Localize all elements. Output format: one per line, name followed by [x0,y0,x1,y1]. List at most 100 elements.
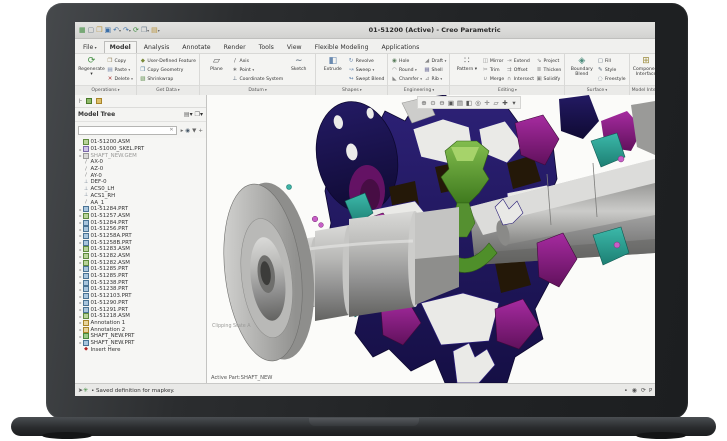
tree-item-01-51200-asm[interactable]: 01-51200.ASM [78,139,206,146]
freestyle-button[interactable]: ◌ Freestyle [597,75,626,83]
revolve-button[interactable]: ↻ Revolve [348,57,384,65]
tree-item-01-512103-prt[interactable]: ▸ 01-512103.PRT [78,293,206,300]
tree-item-01-51258b-prt[interactable]: ▸ 01-51258B.PRT [78,239,206,246]
mapkey-button[interactable]: ▤▾ [151,26,160,34]
tree-item-01-51290-prt[interactable]: ▸ 01-51290.PRT [78,299,206,307]
tree-item-01-51285-prt[interactable]: ▸ 01-51285.PRT [78,273,206,280]
point-button[interactable]: ∗ Point ▾ [232,66,283,74]
app-grid-button[interactable]: ▦ [79,26,86,34]
redo-button[interactable]: ↷▾ [123,26,131,34]
tree-item-01-51218-asm[interactable]: ▸ 01-51218.ASM [78,313,206,320]
regenerate-button[interactable]: ⟳ Regenerate ▾ [78,55,105,77]
tree-item-annotation-1[interactable]: ▸ Annotation 1 [78,319,206,327]
trim-button[interactable]: ✂ Trim [482,66,504,74]
tree-columns-button[interactable]: ❐▾ [193,111,203,118]
tab-flexible-modeling[interactable]: Flexible Modeling [309,41,375,53]
filter-button[interactable]: ▼ [192,128,196,134]
fill-button[interactable]: ▢ Fill [597,57,625,65]
tree-item-insert-here[interactable]: ◆ Insert Here [78,346,206,353]
ribbon-group-label-model-intent[interactable]: Model Intent [629,85,655,95]
ribbon-group-label-editing[interactable]: Editing [450,85,565,95]
thicken-button[interactable]: ≣ Thicken [536,66,562,74]
refresh-status-button[interactable]: ⟳ [641,387,646,394]
graphics-area[interactable]: ⊕ ⊙ ⊖ ▣ ▤ ◧ ◎ ✛ ▱ ✚ ▾ Clipping State A A… [207,95,655,383]
view-dropdown-button[interactable]: ▾ [510,99,518,107]
ribbon-group-label-datum[interactable]: Datum [199,85,316,95]
tree-item-acs0-lh[interactable]: ⊥ ACS0_LH [78,186,206,193]
tree-item-ax-0[interactable]: ∕ AX-0 [78,159,206,166]
tree-item-shaft-new-gem[interactable]: ▸ SHAFT_NEW.GEM [78,152,206,159]
tree-item-01-51284-prt[interactable]: ▸ 01-51284.PRT [78,206,206,213]
annotation-display-button[interactable]: ▱ [492,99,500,107]
pattern-button[interactable]: ∷ Pattern ▾ [453,55,480,72]
sketch-button[interactable]: ∼ Sketch [285,55,312,72]
tree-settings-button[interactable]: ▤▾ [182,111,193,118]
tab-applications[interactable]: Applications [376,41,426,53]
plane-button[interactable]: ▱ Plane [203,55,230,72]
open-folder-button[interactable]: ❒ [96,26,102,34]
tab-analysis[interactable]: Analysis [138,41,176,53]
new-file-button[interactable]: ▢ [88,26,95,34]
tree-item-ay-0[interactable]: ∕ AY-0 [78,172,206,179]
tab-render[interactable]: Render [218,41,252,53]
intersect-button[interactable]: ∩ Intersect [506,75,534,83]
windows-button[interactable]: ❐▾ [141,26,149,34]
tree-item-01-51285-prt[interactable]: ▸ 01-51285.PRT [78,266,206,273]
saved-views-button[interactable]: ◎ [474,99,482,107]
tree-item-az-0[interactable]: ∕ AZ-0 [78,166,206,173]
round-button[interactable]: ◠ Round ▾ [391,66,422,74]
undo-button[interactable]: ↶▾ [113,26,121,34]
find-button[interactable]: ◉ [185,128,190,134]
tree-item-01-51256-prt[interactable]: ▸ 01-51256.PRT [78,226,206,233]
tab-file[interactable]: File ▾ [77,41,103,53]
component-interface-button[interactable]: ⊞Component Interface [633,55,655,77]
regenerate-small-button[interactable]: ⟳ [133,26,139,34]
tab-model[interactable]: Model [103,41,137,53]
tree-item-shaft-new-prt[interactable]: ▸ SHAFT_NEW.PRT [78,333,206,340]
tree-item-01-51257-asm[interactable]: ▸ 01-51257.ASM [78,212,206,220]
tab-tools[interactable]: Tools [253,41,280,53]
add-filter-button[interactable]: + [198,128,203,134]
rib-button[interactable]: ⊿ Rib ▾ [424,75,446,83]
tree-item-01-51291-prt[interactable]: ▸ 01-51291.PRT [78,306,206,313]
tree-item-shaft-new-prt[interactable]: ▸ SHAFT_NEW.PRT [78,339,206,347]
ribbon-group-label-get-data[interactable]: Get Data [136,85,199,95]
repaint-button[interactable]: ▤ [456,99,464,107]
paste-button[interactable]: ▤ Paste ▾ [107,66,133,74]
tab-view[interactable]: View [281,41,308,53]
ribbon-group-label-shapes[interactable]: Shapes [316,85,388,95]
clear-icon[interactable]: ✕ [169,127,173,133]
tree-item-01-51238-prt[interactable]: ▸ 01-51238.PRT [78,286,206,293]
zoom-in-button[interactable]: ⊕ [420,99,428,107]
search-next-button[interactable]: ▸ [181,128,184,134]
zoom-pan-button[interactable]: ⊙ [429,99,437,107]
solidify-button[interactable]: ▣ Solidify [536,75,561,83]
hole-button[interactable]: ◉ Hole [391,57,422,65]
copy-geometry-button[interactable]: ❒ Copy Geometry [140,66,196,74]
datum-display-button[interactable]: ✛ [483,99,491,107]
sweep-button[interactable]: ↝ Sweep ▾ [348,66,384,74]
tree-item-01-51282-asm[interactable]: ▸ 01-51282.ASM [78,259,206,266]
display-style-button[interactable]: ◧ [465,99,473,107]
swept-blend-button[interactable]: ↬ Swept Blend [348,75,385,83]
ribbon-group-label-operations[interactable]: Operations [75,85,136,95]
tab-annotate[interactable]: Annotate [176,41,216,53]
axis-button[interactable]: ∕ Axis [232,57,283,65]
tree-item-def-0[interactable]: ⊥ DEF-0 [78,179,206,186]
save-button[interactable]: ▣ [105,26,112,34]
tree-item-aa-1[interactable]: ∕ AA_1 [78,199,206,206]
shrinkwrap-button[interactable]: ▧ Shrinkwrap [140,75,196,83]
draft-button[interactable]: ◢ Draft ▾ [424,57,446,65]
spin-center-button[interactable]: ✚ [501,99,509,107]
chamfer-button[interactable]: ◣ Chamfer ▾ [391,75,422,83]
3d-model-canvas[interactable] [207,95,655,383]
tree-item-acs1-rh[interactable]: ⊥ ACS1_RH [78,193,206,200]
tree-item-01-51238-prt[interactable]: ▸ 01-51238.PRT [78,279,206,286]
tree-item-01-51258a-prt[interactable]: ▸ 01-51258A.PRT [78,232,206,240]
refit-button[interactable]: ▣ [447,99,455,107]
tree-item-01-51282-asm[interactable]: ▸ 01-51282.ASM [78,253,206,260]
extrude-button[interactable]: ◧ Extrude [319,55,346,72]
delete-button[interactable]: ✕ Delete ▾ [107,75,133,83]
copy-button[interactable]: ❐ Copy [107,57,133,65]
tree-item-01-51000-skel-prt[interactable]: ▸ 01-51000_SKEL.PRT [78,146,206,153]
